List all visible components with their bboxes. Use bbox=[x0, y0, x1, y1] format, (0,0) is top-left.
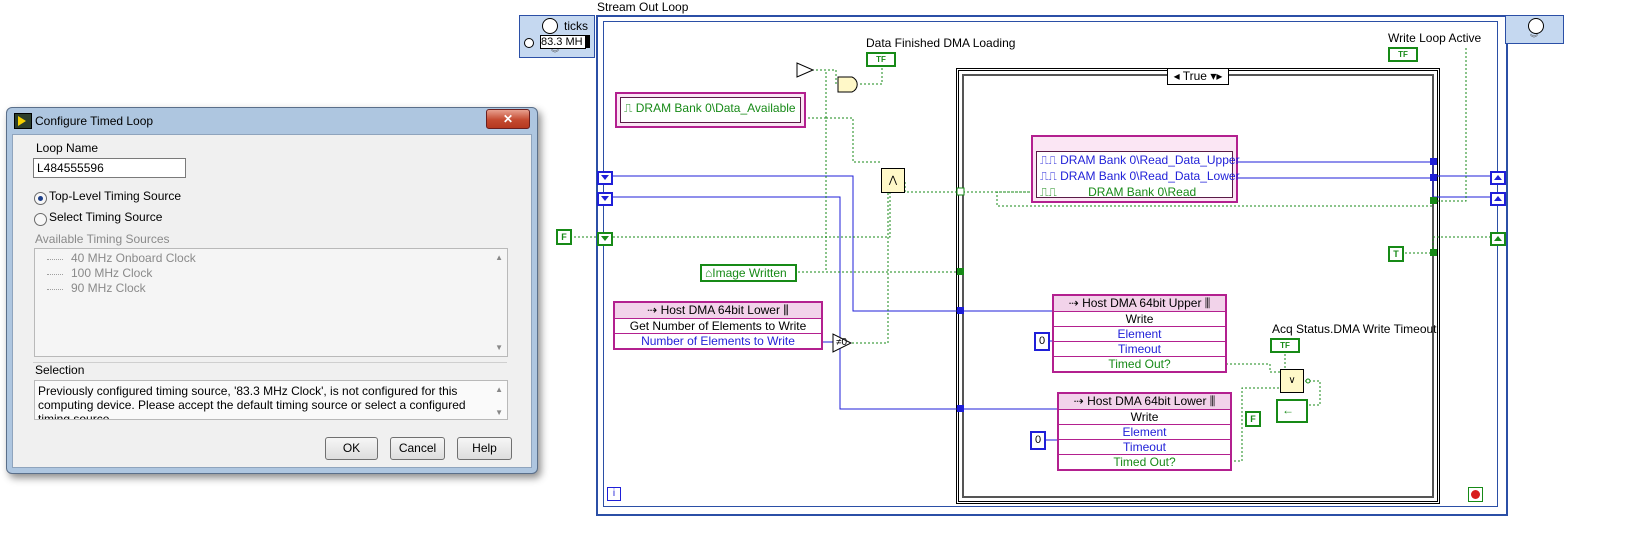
fifo-icon: ⇢ bbox=[1068, 296, 1083, 310]
node-row-write: Write bbox=[1054, 312, 1225, 327]
waveform-icon: ⎍⎍ bbox=[1040, 153, 1061, 167]
io-item-text: DRAM Bank 0\Data_Available bbox=[635, 101, 796, 115]
data-finished-indicator[interactable]: TF bbox=[866, 52, 896, 67]
host-dma-lower-write-node[interactable]: ⇢ Host DMA 64bit Lower ⫼ Write Element T… bbox=[1057, 392, 1232, 471]
and-gate bbox=[837, 76, 858, 93]
false-constant[interactable]: F bbox=[556, 229, 572, 245]
fifo-icon: ⇢ bbox=[1073, 394, 1088, 408]
node-row-element: Element bbox=[1054, 327, 1225, 342]
node-row-timeout: Timeout bbox=[1054, 342, 1225, 357]
node-row-element: Element bbox=[1059, 425, 1230, 440]
true-constant[interactable]: T bbox=[1388, 246, 1404, 262]
read-item: ⎍⎍ DRAM Bank 0\Read_Data_Lower bbox=[1040, 169, 1240, 184]
node-row-write: Write bbox=[1059, 410, 1230, 425]
node-row-timed-out: Timed Out? bbox=[1108, 357, 1171, 371]
shift-register-right[interactable] bbox=[1490, 171, 1506, 185]
node-title: Host DMA 64bit Upper bbox=[1082, 296, 1202, 310]
not-equal-zero-label: ≠0 bbox=[836, 337, 848, 348]
io-item-data-available: ⎍ DRAM Bank 0\Data_Available bbox=[624, 101, 796, 116]
host-dma-lower-method-node[interactable]: ⇢ Host DMA 64bit Lower ⫼ Get Number of E… bbox=[613, 301, 823, 350]
info-icon[interactable]: i bbox=[607, 487, 621, 501]
zero-constant[interactable]: 0 bbox=[1030, 431, 1046, 450]
feedback-arrow-icon: ← bbox=[1282, 403, 1294, 417]
waveform-icon: ⎍ bbox=[624, 101, 636, 115]
not-gate bbox=[796, 62, 815, 78]
shift-register-left[interactable] bbox=[597, 171, 613, 185]
node-row-timed-out: Timed Out? bbox=[1113, 455, 1176, 469]
read-item: ⎍⎍ DRAM Bank 0\Read bbox=[1040, 185, 1196, 200]
image-written-text: Image Written bbox=[712, 266, 787, 280]
shift-register-right[interactable] bbox=[1490, 232, 1506, 246]
data-finished-label: Data Finished DMA Loading bbox=[866, 36, 1016, 50]
stop-button-icon[interactable] bbox=[1468, 487, 1483, 502]
fifo-icon: ⇢ bbox=[647, 303, 661, 317]
read-item-text: DRAM Bank 0\Read bbox=[1088, 185, 1197, 199]
read-item: ⎍⎍ DRAM Bank 0\Read_Data_Upper bbox=[1040, 153, 1240, 168]
host-dma-upper-write-node[interactable]: ⇢ Host DMA 64bit Upper ⫼ Write Element T… bbox=[1052, 294, 1227, 373]
node-title: Host DMA 64bit Lower bbox=[660, 303, 780, 317]
read-item-text: DRAM Bank 0\Read_Data_Upper bbox=[1060, 153, 1240, 167]
false-constant[interactable]: F bbox=[1245, 411, 1261, 427]
write-loop-active-label: Write Loop Active bbox=[1388, 31, 1482, 45]
node-row-timeout: Timeout bbox=[1059, 440, 1230, 455]
or-gate[interactable]: ∨ bbox=[1280, 369, 1304, 393]
shift-register-right[interactable] bbox=[1490, 192, 1506, 206]
fpga-read-node[interactable]: ⎍⎍ DRAM Bank 0\Read_Data_Upper ⎍⎍ DRAM B… bbox=[1031, 135, 1240, 203]
io-item-frame: ⎍⎍ DRAM Bank 0\Read_Data_Upper ⎍⎍ DRAM B… bbox=[1036, 151, 1240, 200]
image-written-node[interactable]: ⌂Image Written bbox=[700, 264, 797, 282]
shift-register-left[interactable] bbox=[597, 232, 613, 246]
wires-layer bbox=[570, 48, 1490, 462]
build-array-node[interactable]: ⋀ bbox=[881, 168, 905, 193]
node-header: ⇢ Host DMA 64bit Lower ⫼ bbox=[615, 303, 821, 319]
node-title: Host DMA 64bit Lower bbox=[1087, 394, 1207, 408]
node-header: ⇢ Host DMA 64bit Upper ⫼ bbox=[1054, 296, 1225, 312]
feedback-node[interactable]: ← bbox=[1276, 399, 1308, 423]
fifo-bars-icon: ⫼ bbox=[779, 303, 789, 317]
fifo-bars-icon: ⫼ bbox=[1201, 296, 1211, 310]
waveform-icon: ⎍⎍ bbox=[1040, 169, 1061, 183]
waveform-icon: ⎍⎍ bbox=[1040, 185, 1061, 199]
acq-status-label: Acq Status.DMA Write Timeout bbox=[1272, 322, 1437, 336]
fifo-bars-icon: ⫼ bbox=[1206, 394, 1216, 408]
node-method: Get Number of Elements to Write bbox=[615, 319, 821, 334]
write-loop-active-indicator[interactable]: TF bbox=[1388, 47, 1418, 62]
io-item-frame: ⎍ DRAM Bank 0\Data_Available bbox=[620, 97, 801, 123]
acq-status-indicator[interactable]: TF bbox=[1270, 338, 1300, 353]
zero-constant[interactable]: 0 bbox=[1034, 332, 1050, 351]
stop-dot bbox=[1471, 490, 1480, 499]
fpga-io-node[interactable]: ⎍ DRAM Bank 0\Data_Available bbox=[615, 92, 806, 128]
node-header: ⇢ Host DMA 64bit Lower ⫼ bbox=[1059, 394, 1230, 410]
read-item-text: DRAM Bank 0\Read_Data_Lower bbox=[1060, 169, 1240, 183]
node-property: Number of Elements to Write bbox=[641, 334, 795, 348]
shift-register-left[interactable] bbox=[597, 192, 613, 206]
